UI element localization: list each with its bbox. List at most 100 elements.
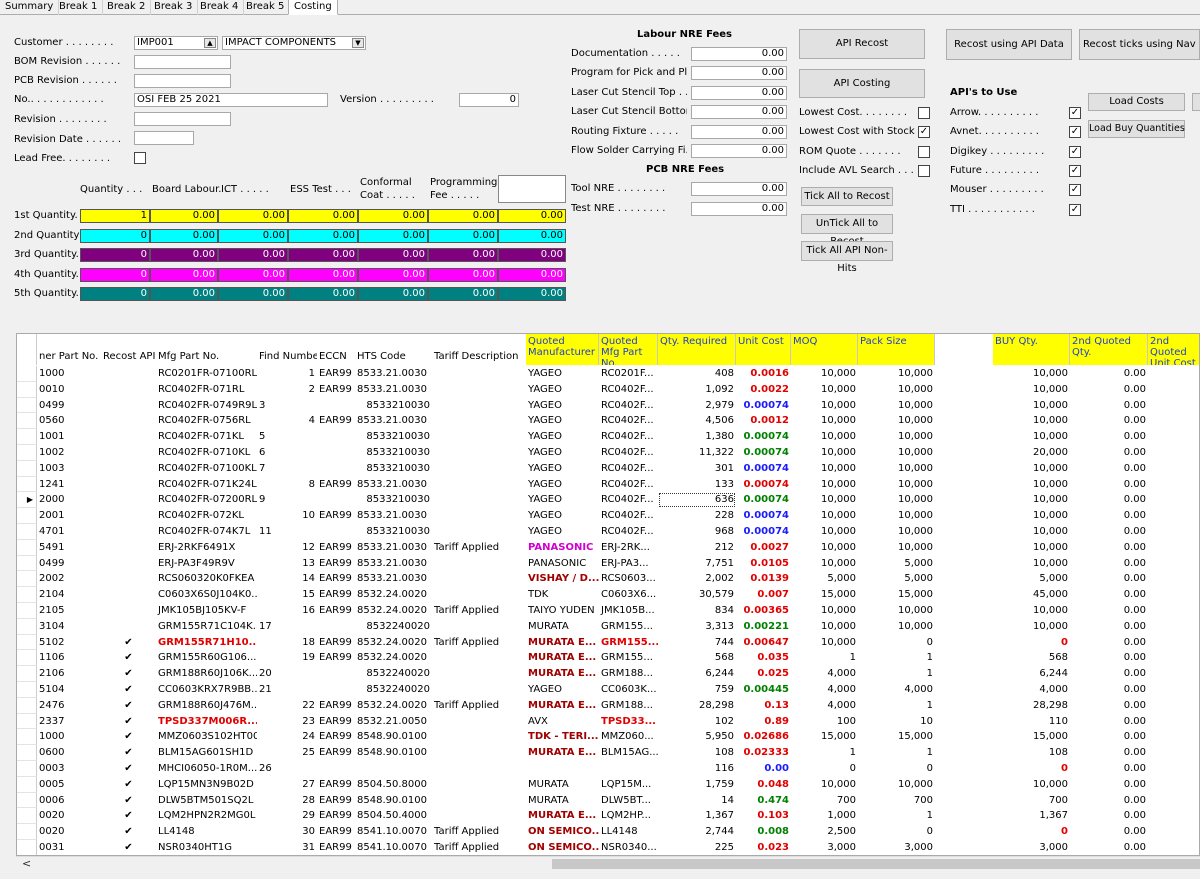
cell-hts[interactable]: 8533.21.0030 — [355, 571, 432, 587]
quantity-input[interactable]: 1 — [80, 209, 150, 223]
row-selector[interactable] — [17, 508, 37, 524]
fee-cell[interactable]: 0.00 — [358, 228, 428, 243]
cell-unit-cost[interactable]: 0.00074 — [736, 477, 791, 493]
cell-buy-qty[interactable]: 10,000 — [993, 429, 1070, 445]
cell-cust-part[interactable]: 1106 — [37, 650, 101, 666]
cell-find-number[interactable]: 13 — [257, 556, 317, 572]
cell-qty-required[interactable]: 301 — [658, 461, 736, 477]
cell-tariff[interactable] — [432, 587, 526, 603]
cell-unit-cost[interactable]: 0.035 — [736, 650, 791, 666]
cell-mfg-part[interactable]: RCS060320K0FKEA — [156, 571, 257, 587]
cell-recost-api[interactable]: ✔ — [101, 729, 156, 745]
cell-buy-qty[interactable]: 10,000 — [993, 619, 1070, 635]
cell-moq[interactable]: 10,000 — [791, 508, 858, 524]
fee-cell[interactable]: 0.00 — [288, 248, 358, 262]
api-checkbox[interactable]: ✓ — [1069, 145, 1081, 158]
cell-unit-cost[interactable]: 0.474 — [736, 793, 791, 809]
table-row[interactable]: 0499 ERJ-PA3F49R9V 13 EAR99 8533.21.0030 PANA… — [17, 555, 1199, 572]
tick-all-button[interactable]: Tick All to Recost — [801, 187, 893, 206]
cell-unit-cost[interactable]: 0.00074 — [736, 461, 791, 477]
cell-buy-qty[interactable]: 20,000 — [993, 445, 1070, 461]
cell-hts[interactable]: 8548.90.0100 — [355, 745, 432, 761]
row-selector[interactable]: ▶ — [17, 492, 37, 509]
cell-pack-size[interactable]: 10,000 — [858, 508, 935, 524]
cell-quoted-mfr[interactable]: YAGEO — [526, 477, 599, 493]
cell-mfg-part[interactable]: RC0402FR-072KL — [156, 508, 257, 524]
row-selector[interactable] — [17, 555, 37, 572]
cell-pack-size[interactable]: 0 — [858, 635, 935, 651]
column-header-mfg-part[interactable]: Mfg Part No. — [156, 334, 257, 365]
cell-cust-part[interactable]: 0003 — [37, 761, 101, 777]
cell-moq[interactable]: 10,000 — [791, 619, 858, 635]
column-header-quoted-mfg-part[interactable]: Quoted Mfg Part No. — [599, 334, 658, 365]
cell-pack-size[interactable]: 15,000 — [858, 729, 935, 745]
cell-quoted-mfg-part[interactable]: LQP15M... — [599, 777, 658, 793]
cell-hts[interactable]: 8504.50.8000 — [355, 777, 432, 793]
cell-moq[interactable]: 4,000 — [791, 698, 858, 714]
cell-quoted-mfr[interactable]: MURATA — [526, 777, 599, 793]
cell-recost-api[interactable] — [101, 461, 156, 477]
cell-buy-qty[interactable]: 10,000 — [993, 477, 1070, 493]
cell-quoted-mfr[interactable]: AVX — [526, 714, 599, 730]
cell-qty-required[interactable]: 1,092 — [658, 382, 736, 398]
cell-pack-size[interactable]: 10,000 — [858, 429, 935, 445]
cell-pack-size[interactable]: 5,000 — [858, 571, 935, 587]
cell-tariff[interactable]: Tariff Applied — [432, 840, 526, 855]
cell-mfg-part[interactable]: RC0402FR-0710KL — [156, 445, 257, 461]
cell-tariff[interactable] — [432, 761, 526, 777]
cell-moq[interactable]: 10,000 — [791, 777, 858, 793]
cell-hts[interactable]: 8533.21.0030 — [355, 477, 432, 493]
column-header-recost-api[interactable]: Recost API — [101, 334, 156, 365]
fee-cell[interactable]: 0.00 — [150, 267, 218, 282]
table-row[interactable]: 5491 ERJ-2RKF6491X 12 EAR99 8533.21.0030 Tari… — [17, 539, 1199, 556]
cell-buy-qty[interactable]: 10,000 — [993, 603, 1070, 619]
cell-hts[interactable]: 8541.10.0070 — [355, 824, 432, 840]
cell-pack-size[interactable]: 1 — [858, 808, 935, 824]
row-selector[interactable] — [17, 524, 37, 540]
api-checkbox[interactable]: ✓ — [1069, 184, 1081, 197]
cell-buy-qty[interactable]: 10,000 — [993, 540, 1070, 556]
cell-quoted-mfr[interactable]: YAGEO — [526, 524, 599, 540]
fee-cell[interactable]: 0.00 — [150, 287, 218, 301]
cell-quoted-mfg-part[interactable]: GRM155... — [599, 635, 658, 651]
fee-cell[interactable]: 0.00 — [218, 248, 288, 262]
cell-cust-part[interactable]: 2476 — [37, 698, 101, 714]
cell-qty-required[interactable]: 28,298 — [658, 698, 736, 714]
table-row[interactable]: ▶ 2000 RC0402FR-07200RL 9 8533210030 YAGEO RC0… — [17, 492, 1199, 509]
cell-buy-qty[interactable]: 10,000 — [993, 524, 1070, 540]
cell-qty-required[interactable]: 2,979 — [658, 398, 736, 414]
fee-cell[interactable]: 0.00 — [150, 228, 218, 243]
cell-tariff[interactable] — [432, 556, 526, 572]
cell-mfg-part[interactable]: GRM155R60G106... — [156, 650, 257, 666]
quantity-input[interactable]: 0 — [80, 287, 150, 301]
cell-quoted2-qty[interactable]: 0.00 — [1070, 682, 1148, 698]
cell-tariff[interactable] — [432, 745, 526, 761]
cell-eccn[interactable] — [317, 524, 355, 540]
cell-find-number[interactable]: 3 — [257, 398, 317, 414]
cell-moq[interactable]: 1 — [791, 745, 858, 761]
cell-eccn[interactable] — [317, 445, 355, 461]
cell-qty-required[interactable]: 1,380 — [658, 429, 736, 445]
cell-unit-cost[interactable]: 0.00074 — [736, 429, 791, 445]
lead-free-checkbox[interactable] — [134, 152, 146, 164]
cell-find-number[interactable]: 20 — [257, 666, 317, 682]
cell-qty-required[interactable]: 968 — [658, 524, 736, 540]
cell-hts[interactable]: 8533.21.0030 — [355, 556, 432, 572]
cell-eccn[interactable]: EAR99 — [317, 650, 355, 666]
cell-eccn[interactable]: EAR99 — [317, 777, 355, 793]
cell-buy-qty[interactable]: 3,000 — [993, 840, 1070, 855]
cell-pack-size[interactable]: 10,000 — [858, 366, 935, 382]
cell-quoted2-qty[interactable]: 0.00 — [1070, 729, 1148, 745]
cell-quoted2-qty[interactable]: 0.00 — [1070, 698, 1148, 714]
cell-find-number[interactable]: 27 — [257, 777, 317, 793]
cell-moq[interactable]: 10,000 — [791, 382, 858, 398]
cell-unit-cost[interactable]: 0.00074 — [736, 524, 791, 540]
cell-recost-api[interactable]: ✔ — [101, 745, 156, 761]
row-selector[interactable] — [17, 587, 37, 603]
row-selector[interactable] — [17, 824, 37, 840]
cell-quoted-mfr[interactable]: TDK — [526, 587, 599, 603]
cell-unit-cost[interactable]: 0.89 — [736, 714, 791, 730]
cell-tariff[interactable] — [432, 382, 526, 398]
cell-moq[interactable]: 10,000 — [791, 461, 858, 477]
cell-eccn[interactable]: EAR99 — [317, 840, 355, 855]
